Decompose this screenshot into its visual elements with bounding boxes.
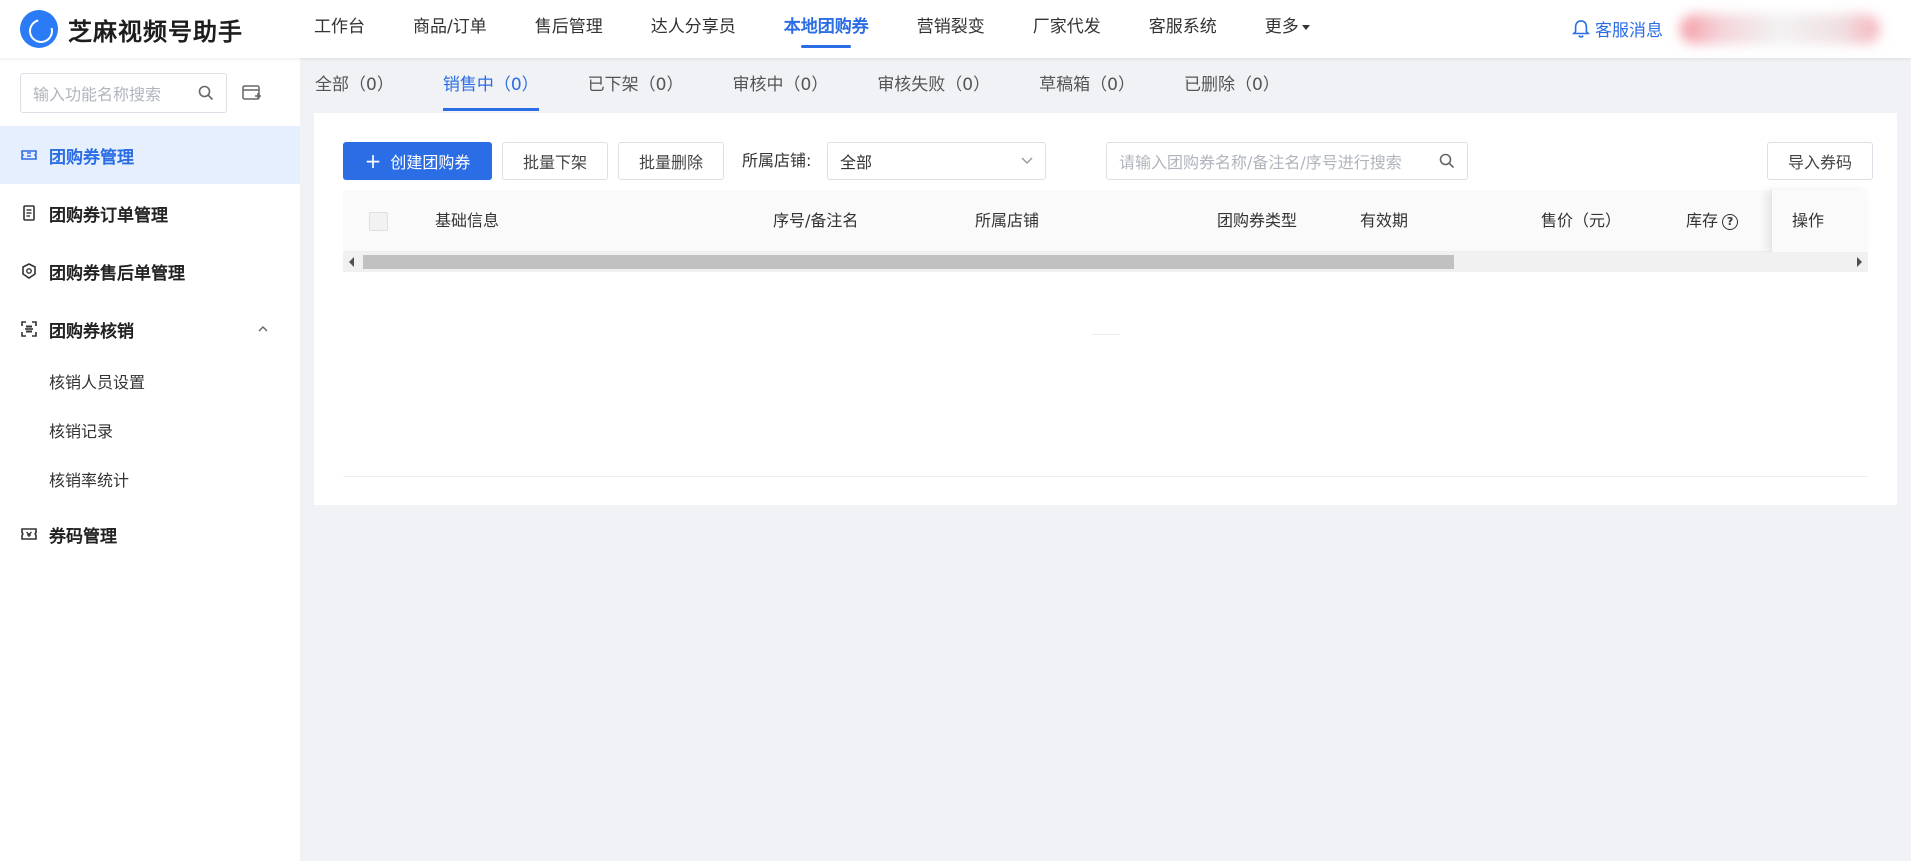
status-tabs: 全部（0） 销售中（0） 已下架（0） 审核中（0） 审核失败（0） 草稿箱（0… [300, 58, 1911, 112]
function-search-input[interactable]: 输入功能名称搜索 [20, 73, 227, 113]
stock-label: 库存 [1686, 211, 1719, 230]
ticket-icon [21, 150, 37, 160]
sidebar-subitem-redemption-records[interactable]: 核销记录 [0, 407, 300, 456]
sidebar: 输入功能名称搜索 团购券管理 团购券订单管理 团购券售后单管理 团购券核销 核销… [0, 58, 300, 861]
topnav-item-workbench[interactable]: 工作台 [290, 0, 389, 58]
topnav-item-marketing[interactable]: 营销裂变 [893, 0, 1009, 58]
sidebar-subitem-redemption-stats[interactable]: 核销率统计 [0, 456, 300, 505]
search-icon [1439, 153, 1455, 169]
create-coupon-label: 创建团购券 [390, 153, 471, 172]
chevron-down-icon [1021, 157, 1033, 164]
column-header-stock: 库存? [1686, 190, 1739, 252]
tab-review-failed[interactable]: 审核失败（0） [877, 58, 990, 112]
scroll-right-arrow-icon[interactable] [1857, 257, 1862, 267]
sidebar-item-coupon-redemption[interactable]: 团购券核销 [0, 300, 300, 358]
topnav-item-after-sales[interactable]: 售后管理 [511, 0, 627, 58]
topnav-item-dropship[interactable]: 厂家代发 [1009, 0, 1125, 58]
top-nav: 工作台 商品/订单 售后管理 达人分享员 本地团购券 营销裂变 厂家代发 客服系… [290, 0, 1334, 58]
coupon-search-input[interactable]: 请输入团购券名称/备注名/序号进行搜索 [1106, 142, 1468, 180]
column-header-actions: 操作 [1792, 211, 1825, 230]
batch-delete-button[interactable]: 批量删除 [618, 142, 724, 180]
select-all-checkbox[interactable] [369, 212, 388, 231]
sidebar-menu: 团购券管理 团购券订单管理 团购券售后单管理 团购券核销 核销人员设置 核销记录… [0, 126, 300, 563]
user-avatar-blurred[interactable] [1680, 14, 1880, 44]
more-label: 更多 [1264, 17, 1299, 37]
topnav-item-customer-service[interactable]: 客服系统 [1125, 0, 1241, 58]
coupon-icon [21, 528, 37, 540]
bell-icon [1572, 19, 1590, 38]
receipt-icon [23, 205, 35, 221]
topnav-item-more[interactable]: 更多 [1241, 0, 1334, 58]
create-coupon-button[interactable]: + 创建团购券 [343, 142, 492, 180]
column-header-store: 所属店铺 [975, 211, 1040, 230]
table-header: 基础信息 序号/备注名 所属店铺 团购券类型 有效期 售价（元） 库存? 操作 [343, 190, 1868, 252]
customer-messages-link[interactable]: 客服消息 [1572, 16, 1663, 41]
batch-delist-button[interactable]: 批量下架 [502, 142, 608, 180]
sidebar-item-label: 团购券核销 [49, 321, 134, 342]
caret-down-icon [1301, 24, 1310, 30]
store-select-value: 全部 [840, 153, 873, 172]
top-header: 芝麻视频号助手 工作台 商品/订单 售后管理 达人分享员 本地团购券 营销裂变 … [0, 0, 1911, 58]
column-header-coupon-type: 团购券类型 [1217, 211, 1298, 230]
fixed-action-column: 操作 [1771, 190, 1868, 252]
column-header-basic-info: 基础信息 [435, 211, 500, 230]
app-logo[interactable]: 芝麻视频号助手 [20, 10, 243, 48]
toolbar: + 创建团购券 批量下架 批量删除 所属店铺: 全部 请输入团购券名称/备注名/… [343, 142, 1873, 180]
sidebar-item-code-management[interactable]: 券码管理 [0, 505, 300, 563]
sidebar-item-label: 团购券订单管理 [49, 205, 168, 226]
sidebar-item-coupon-orders[interactable]: 团购券订单管理 [0, 184, 300, 242]
sidebar-item-label: 券码管理 [49, 526, 117, 547]
sidebar-item-coupon-aftersales[interactable]: 团购券售后单管理 [0, 242, 300, 300]
topnav-item-local-coupons[interactable]: 本地团购券 [760, 0, 893, 58]
favorites-icon[interactable] [242, 84, 262, 102]
function-search-placeholder: 输入功能名称搜索 [33, 85, 162, 104]
tab-deleted[interactable]: 已删除（0） [1184, 58, 1280, 112]
scan-icon [21, 321, 37, 337]
sidebar-item-label: 团购券管理 [49, 147, 134, 168]
store-select[interactable]: 全部 [827, 142, 1046, 180]
search-icon [198, 85, 214, 101]
horizontal-scrollbar[interactable] [343, 252, 1868, 272]
import-codes-button[interactable]: 导入券码 [1767, 142, 1873, 180]
help-icon[interactable]: ? [1722, 214, 1739, 230]
scroll-left-arrow-icon[interactable] [349, 257, 354, 267]
sidebar-subitem-redemption-staff[interactable]: 核销人员设置 [0, 358, 300, 407]
store-filter-label: 所属店铺: [742, 151, 812, 170]
coupon-search-placeholder: 请输入团购券名称/备注名/序号进行搜索 [1119, 153, 1402, 172]
tab-drafts[interactable]: 草稿箱（0） [1039, 58, 1135, 112]
messages-label: 客服消息 [1595, 21, 1663, 41]
app-title: 芝麻视频号助手 [68, 17, 243, 46]
column-header-serial-remark: 序号/备注名 [773, 211, 859, 230]
tab-all[interactable]: 全部（0） [315, 58, 394, 112]
sidebar-item-coupon-management[interactable]: 团购券管理 [0, 126, 300, 184]
tab-under-review[interactable]: 审核中（0） [732, 58, 828, 112]
topnav-item-products-orders[interactable]: 商品/订单 [389, 0, 511, 58]
sidebar-item-label: 团购券售后单管理 [49, 263, 185, 284]
tab-delisted[interactable]: 已下架（0） [588, 58, 684, 112]
tab-on-sale[interactable]: 销售中（0） [442, 58, 539, 112]
empty-state-divider [1092, 334, 1120, 335]
main-panel: + 创建团购券 批量下架 批量删除 所属店铺: 全部 请输入团购券名称/备注名/… [314, 113, 1897, 505]
column-header-price: 售价（元） [1541, 211, 1622, 230]
logo-icon [20, 10, 58, 48]
shield-icon [22, 263, 36, 279]
column-header-validity: 有效期 [1360, 211, 1409, 230]
scrollbar-thumb[interactable] [363, 255, 1454, 269]
topnav-item-influencers[interactable]: 达人分享员 [627, 0, 760, 58]
plus-icon: + [364, 149, 382, 173]
table-bottom-border [343, 476, 1868, 477]
chevron-up-icon [258, 326, 268, 332]
